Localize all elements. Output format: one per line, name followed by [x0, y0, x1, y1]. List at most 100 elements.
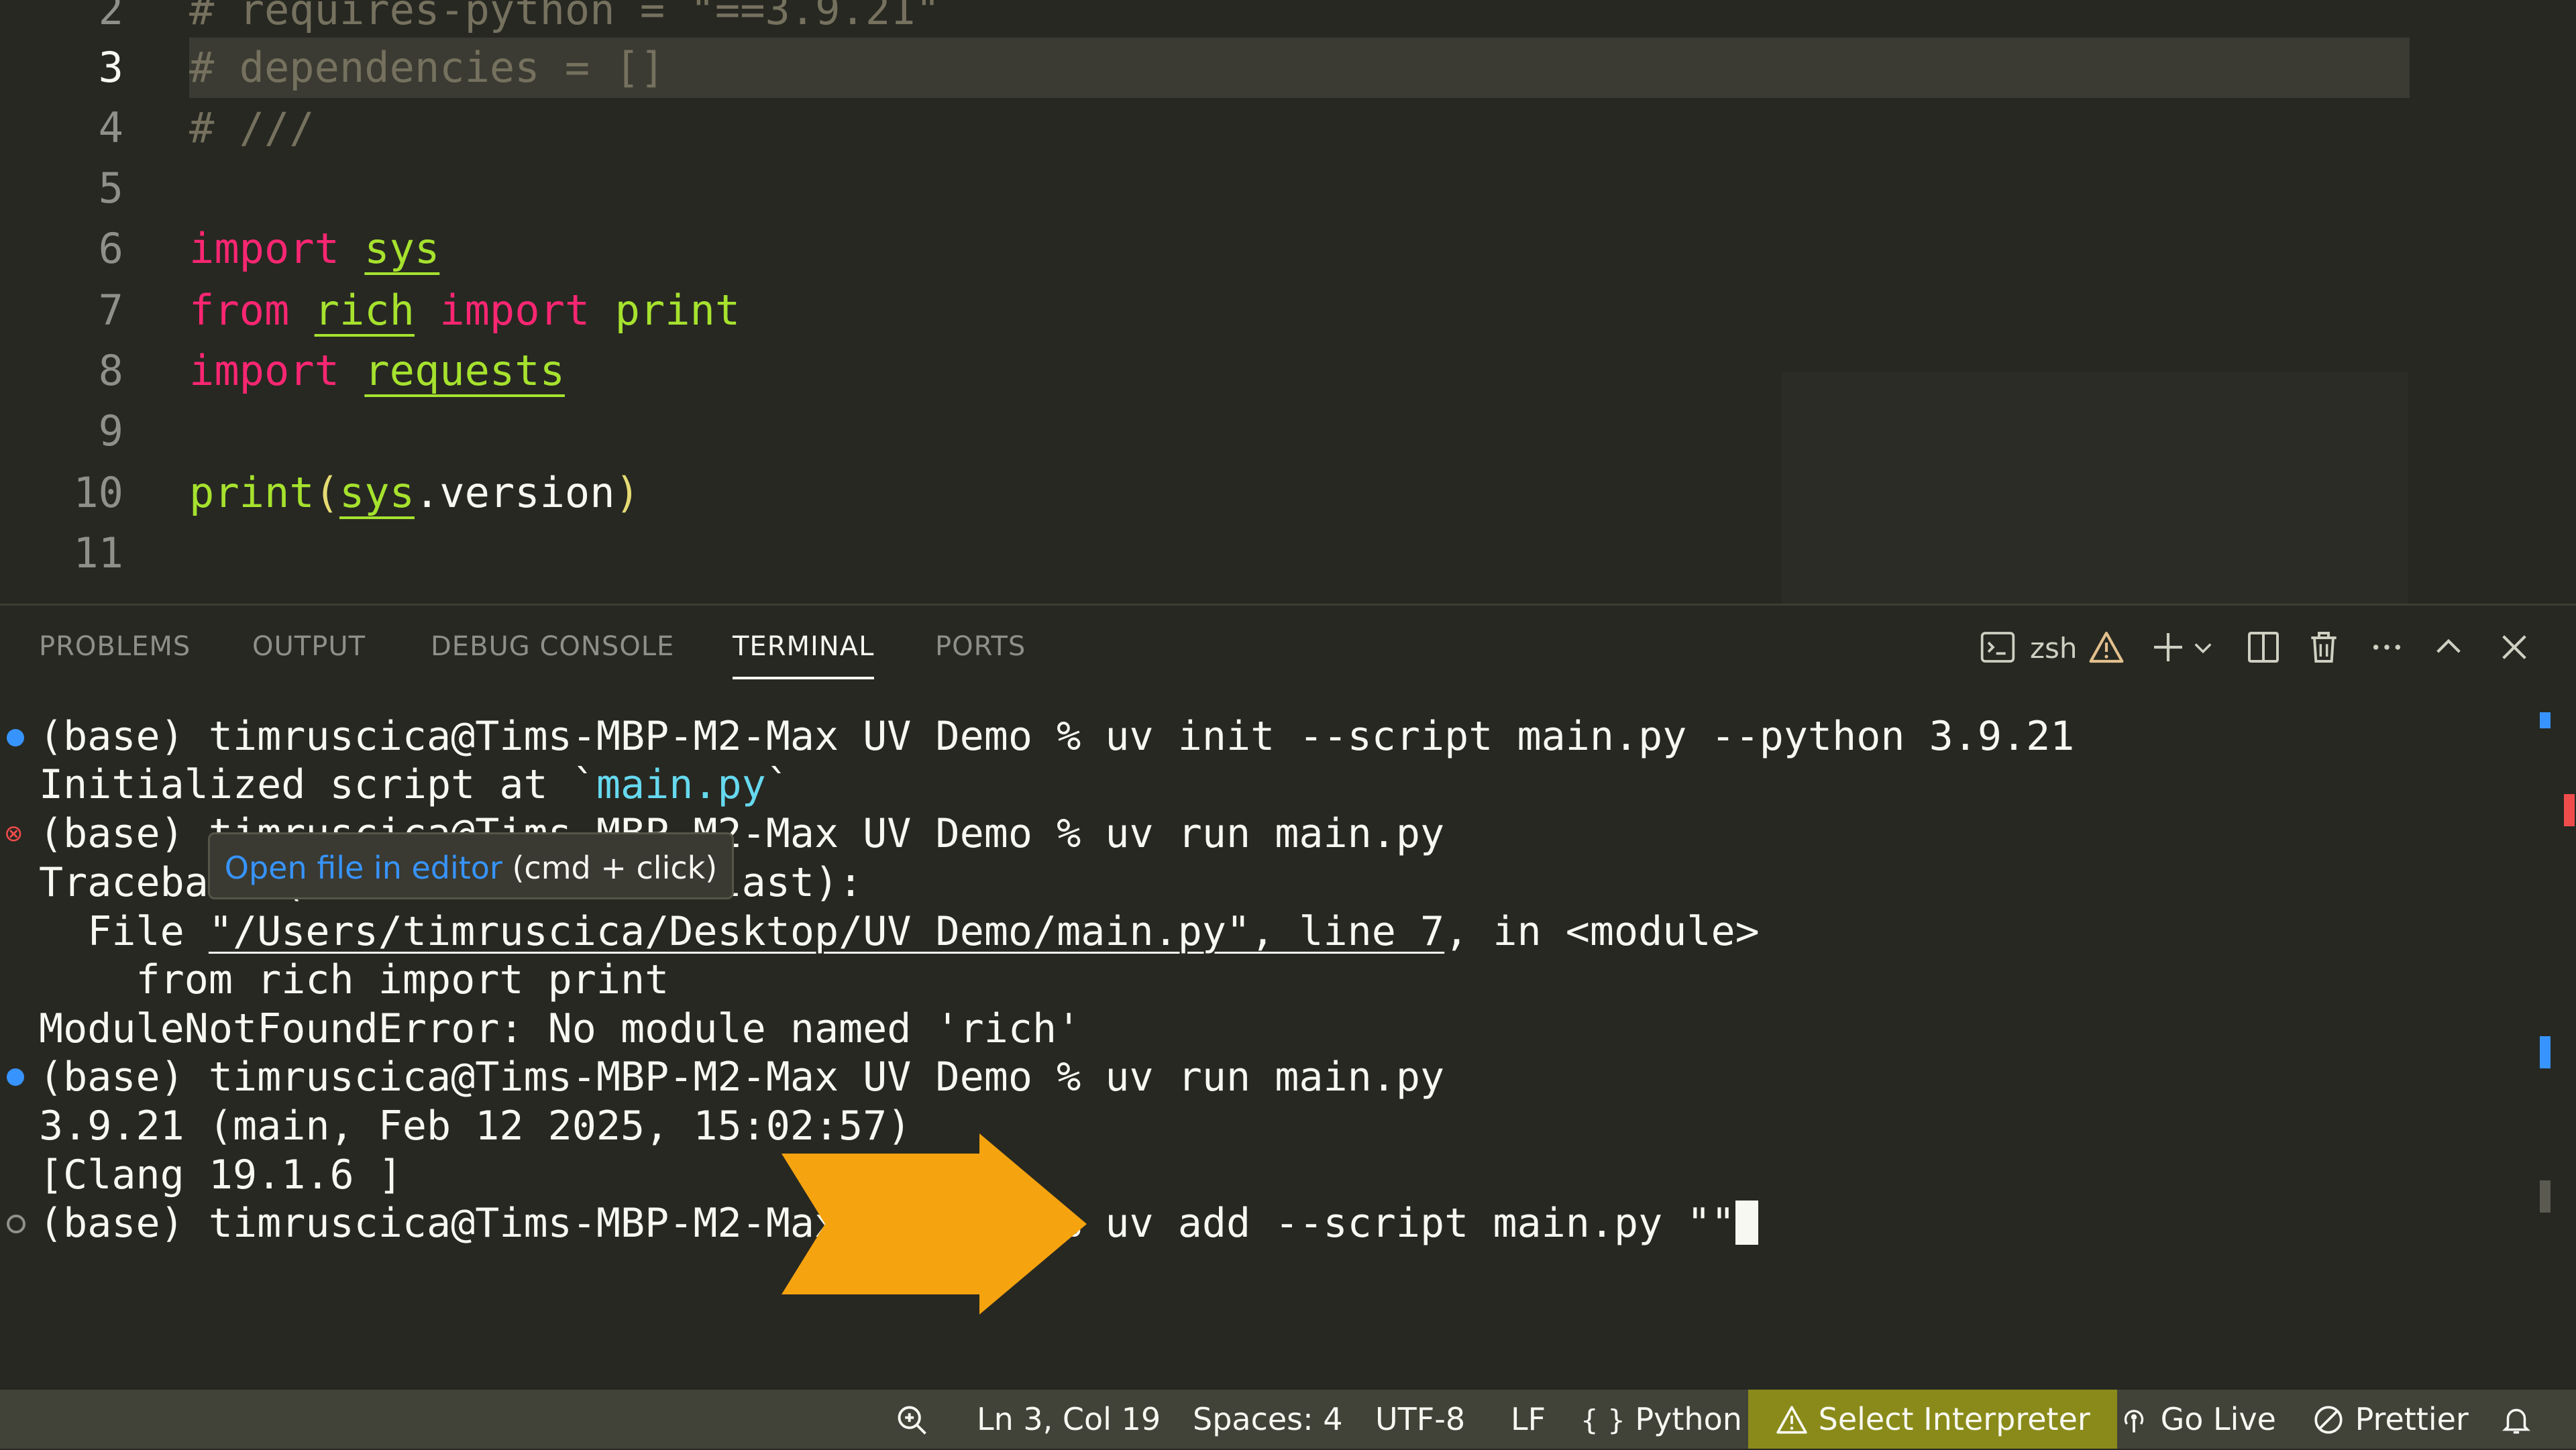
- code-token: (: [314, 468, 339, 517]
- tab-debug-console[interactable]: DEBUG CONSOLE: [431, 631, 674, 662]
- link-tooltip: Open file in editor (cmd + click): [208, 832, 734, 899]
- scrollbar-thumb[interactable]: [2540, 1180, 2551, 1213]
- end-of-line[interactable]: LF: [1511, 1390, 1546, 1449]
- terminal-line: [Clang 19.1.6 ]: [39, 1152, 402, 1198]
- cursor-position[interactable]: Ln 3, Col 19: [977, 1390, 1161, 1449]
- terminal-line: (base) timruscica@Tims-MBP-M2-Max UV Dem…: [39, 713, 2075, 760]
- line-number: 6: [98, 224, 123, 273]
- split-terminal-icon[interactable]: [2245, 628, 2282, 670]
- line-code: # requires-python = "==3.9.21": [189, 0, 941, 40]
- line-code: import sys: [189, 219, 439, 279]
- line-number: 9: [98, 406, 123, 455]
- select-interpreter-button[interactable]: Select Interpreter: [1748, 1390, 2117, 1449]
- chevron-down-icon[interactable]: [2191, 628, 2215, 670]
- code-token: .: [414, 468, 440, 517]
- command-error-icon[interactable]: ⊗: [4, 822, 23, 846]
- editor-line[interactable]: 4 # ///: [0, 98, 2576, 158]
- editor-line[interactable]: 2 # requires-python = "==3.9.21": [0, 0, 2576, 40]
- terminal-line: (base) timruscica@Tims-MBP-M2-Max UV Dem…: [39, 1054, 1445, 1101]
- line-code: # dependencies = []: [189, 38, 665, 98]
- shell-name[interactable]: zsh: [2030, 628, 2078, 669]
- code-token: sys: [364, 224, 440, 273]
- line-number: 2: [98, 0, 123, 34]
- command-pending-dot[interactable]: [7, 1215, 25, 1233]
- panel-tabs: PROBLEMS OUTPUT DEBUG CONSOLE TERMINAL P…: [0, 606, 2576, 693]
- line-code: import requests: [189, 341, 565, 401]
- code-token: # ///: [189, 103, 315, 152]
- warning-icon[interactable]: [2088, 628, 2125, 670]
- line-number: 4: [98, 103, 123, 152]
- code-token: sys: [339, 468, 415, 517]
- code-token: ): [614, 468, 640, 517]
- terminal-cursor: [1735, 1201, 1758, 1245]
- terminal-line: ModuleNotFoundError: No module named 'ri…: [39, 1005, 1081, 1052]
- editor-line[interactable]: 6 import sys: [0, 219, 2576, 279]
- code-token: # requires-python = "==3.9.21": [189, 0, 941, 34]
- ellipsis-icon[interactable]: [2367, 628, 2407, 670]
- terminal-icon[interactable]: [1979, 628, 2017, 669]
- editor-line[interactable]: 3 # dependencies = []: [0, 38, 2576, 98]
- editor-line[interactable]: 5: [0, 158, 2576, 219]
- editor-line[interactable]: 9: [0, 401, 2576, 461]
- code-token: # dependencies = []: [189, 43, 665, 92]
- scroll-mark-error: [2564, 794, 2575, 826]
- code-token: version: [439, 468, 615, 517]
- code-token: from: [189, 286, 290, 335]
- code-token: import: [189, 346, 339, 395]
- terminal-line: from rich import print: [39, 956, 669, 1003]
- editor-line[interactable]: 10 print(sys.version): [0, 463, 2576, 523]
- editor-line[interactable]: 8 import requests: [0, 341, 2576, 401]
- line-number: 10: [73, 468, 123, 517]
- prettier-icon: [2314, 1406, 2343, 1434]
- line-code: print(sys.version): [189, 463, 640, 523]
- plus-icon[interactable]: [2149, 628, 2187, 670]
- code-token: print: [614, 286, 741, 335]
- code-token: import: [439, 286, 590, 335]
- indentation[interactable]: Spaces: 4: [1193, 1390, 1343, 1449]
- line-code: from rich import print: [189, 280, 740, 341]
- broadcast-icon: [2124, 1410, 2144, 1433]
- line-code: # ///: [189, 98, 315, 158]
- editor-line[interactable]: 11: [0, 523, 2576, 583]
- tab-ports[interactable]: PORTS: [935, 631, 1026, 662]
- code-editor[interactable]: 2 # requires-python = "==3.9.21" 3 # depend…: [0, 0, 2576, 604]
- prettier-button[interactable]: Prettier: [2312, 1390, 2469, 1449]
- tab-terminal[interactable]: TERMINAL: [733, 631, 875, 679]
- go-live-button[interactable]: Go Live: [2117, 1390, 2276, 1449]
- code-token: import: [189, 224, 339, 273]
- terminal-line: File "/Users/timruscica/Desktop/UV Demo/…: [39, 908, 1760, 955]
- line-number: 3: [98, 43, 123, 92]
- line-number: 8: [98, 346, 123, 395]
- zoom-in-icon[interactable]: [895, 1390, 930, 1449]
- traceback-file-link[interactable]: "/Users/timruscica/Desktop/UV Demo/main.…: [209, 908, 1444, 955]
- scroll-mark: [2540, 712, 2551, 728]
- braces-icon: { }: [1580, 1404, 1625, 1437]
- language-mode[interactable]: { } Python: [1580, 1390, 1742, 1449]
- orange-arrow-annotation: [782, 1133, 1087, 1315]
- code-token: print: [189, 468, 315, 517]
- chevron-up-icon[interactable]: [2430, 628, 2467, 670]
- tab-problems[interactable]: PROBLEMS: [39, 631, 191, 662]
- line-number: 11: [73, 528, 123, 577]
- bell-icon[interactable]: [2500, 1390, 2533, 1449]
- command-success-dot[interactable]: [7, 1068, 24, 1086]
- editor-line[interactable]: 7 from rich import print: [0, 280, 2576, 341]
- file-link[interactable]: main.py: [596, 761, 766, 808]
- command-success-dot[interactable]: [7, 729, 24, 746]
- code-token: rich: [314, 286, 415, 335]
- tab-output[interactable]: OUTPUT: [252, 631, 366, 662]
- open-file-link[interactable]: Open file in editor: [225, 850, 502, 886]
- terminal-line: Initialized script at `main.py`: [39, 761, 790, 808]
- close-icon[interactable]: [2496, 628, 2533, 670]
- status-bar: Ln 3, Col 19 Spaces: 4 UTF-8 LF { } Pyth…: [0, 1390, 2576, 1449]
- trash-icon[interactable]: [2305, 628, 2343, 670]
- line-number: 5: [98, 164, 123, 213]
- code-token: requests: [364, 346, 565, 395]
- line-number: 7: [98, 286, 123, 335]
- file-encoding[interactable]: UTF-8: [1375, 1390, 1465, 1449]
